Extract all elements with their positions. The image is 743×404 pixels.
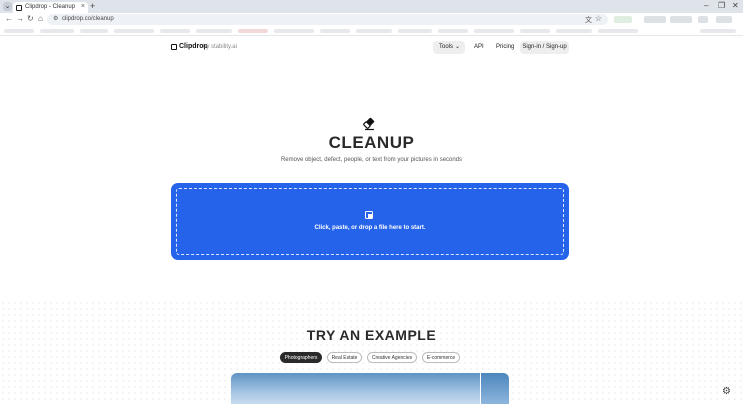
eraser-icon [363, 117, 375, 131]
upload-icon [365, 211, 373, 219]
home-button[interactable]: ⌂ [38, 14, 43, 23]
example-tab-creative-agencies[interactable]: Creative Agencies [367, 352, 417, 363]
address-bar[interactable]: ⚙ clipdrop.co/cleanup 文 ☆ [47, 14, 608, 25]
page-subtitle: Remove object, defect, people, or text f… [280, 157, 463, 163]
signin-button[interactable]: Sign-in / Sign-up [520, 41, 569, 54]
bookmark-item[interactable] [196, 29, 232, 33]
bookmarks-bar [0, 26, 743, 36]
upload-dropzone[interactable]: Click, paste, or drop a file here to sta… [171, 183, 569, 260]
bookmark-item[interactable] [40, 29, 74, 33]
tab-title: Clipdrop - Cleanup [25, 3, 76, 10]
examples-title: TRY AN EXAMPLE [306, 327, 437, 343]
translate-icon[interactable]: 文 [585, 15, 592, 25]
forward-button[interactable]: → [16, 14, 24, 23]
bookmark-item[interactable] [556, 29, 592, 33]
site-logo-by: by stability.ai [203, 44, 237, 50]
restore-button[interactable]: ❐ [718, 1, 725, 10]
bookmark-item[interactable] [4, 29, 34, 33]
extension-icon[interactable] [698, 16, 708, 23]
extension-icon[interactable] [614, 16, 632, 23]
bookmark-item[interactable] [114, 29, 154, 33]
reload-button[interactable]: ↻ [27, 14, 34, 23]
dropzone-text: Click, paste, or drop a file here to sta… [314, 225, 426, 231]
browser-toolbar: ← → ↻ ⌂ ⚙ clipdrop.co/cleanup 文 ☆ [0, 13, 743, 26]
bookmark-item[interactable] [80, 29, 108, 33]
example-image[interactable] [231, 373, 509, 404]
clipdrop-favicon-icon [16, 5, 22, 11]
nav-link-pricing[interactable]: Pricing [496, 44, 514, 50]
tab-search-button[interactable]: ⌄ [3, 2, 12, 11]
bookmark-item[interactable] [520, 29, 550, 33]
bookmark-item[interactable] [398, 29, 432, 33]
back-button[interactable]: ← [5, 14, 13, 23]
bookmark-item[interactable] [356, 29, 392, 33]
tools-label: Tools [439, 44, 454, 50]
bookmark-item[interactable] [160, 29, 190, 33]
gear-icon[interactable]: ⚙ [722, 387, 732, 397]
dropzone-border [176, 188, 564, 255]
example-tab-e-commerce[interactable]: E-commerce [422, 352, 460, 363]
example-image-after [481, 373, 509, 404]
bookmark-item[interactable] [238, 29, 268, 33]
bookmark-item[interactable] [438, 29, 468, 33]
tools-menu-button[interactable]: Tools ⌄ [433, 41, 465, 54]
tab-close-icon[interactable]: × [81, 3, 85, 10]
page-title: CLEANUP [328, 133, 415, 152]
profile-menu-icon[interactable] [716, 16, 732, 23]
example-tab-real-estate[interactable]: Real Estate [327, 352, 362, 363]
browser-tab[interactable]: Clipdrop - Cleanup × [13, 2, 88, 13]
site-info-icon[interactable]: ⚙ [53, 15, 58, 22]
bookmark-star-icon[interactable]: ☆ [595, 14, 602, 23]
all-bookmarks[interactable] [700, 29, 736, 33]
example-tab-photographers[interactable]: Photographers [280, 352, 322, 363]
minimize-button[interactable]: – [704, 1, 708, 10]
bookmark-item[interactable] [320, 29, 350, 33]
comparison-slider-handle[interactable] [480, 373, 481, 404]
extension-icon[interactable] [670, 16, 692, 23]
close-window-button[interactable]: ✕ [732, 1, 739, 10]
url-text[interactable]: clipdrop.co/cleanup [62, 16, 114, 22]
browser-tab-bar: ⌄ Clipdrop - Cleanup × + – ❐ ✕ [0, 0, 743, 13]
new-tab-button[interactable]: + [90, 2, 95, 11]
bookmark-item[interactable] [598, 29, 638, 33]
nav-link-api[interactable]: API [474, 44, 484, 50]
extension-icon[interactable] [644, 16, 666, 23]
clipdrop-logo-icon[interactable] [171, 44, 177, 50]
bookmark-item[interactable] [474, 29, 514, 33]
bookmark-item[interactable] [274, 29, 314, 33]
chevron-down-icon: ⌄ [455, 44, 461, 50]
